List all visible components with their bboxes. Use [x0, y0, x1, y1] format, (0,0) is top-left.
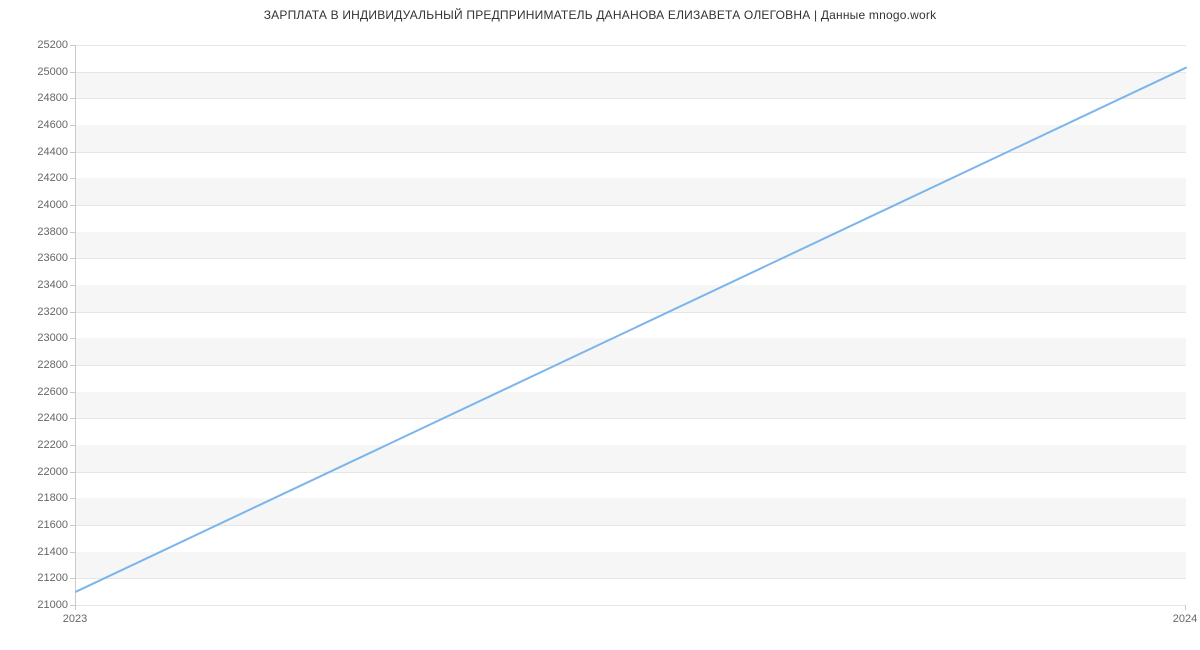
- y-tick-label: 23600: [37, 252, 68, 264]
- y-tick-label: 24000: [37, 199, 68, 211]
- y-tick: [70, 418, 75, 419]
- y-tick-label: 21200: [37, 572, 68, 584]
- y-tick-label: 22600: [37, 386, 68, 398]
- y-tick-label: 24600: [37, 119, 68, 131]
- y-tick: [70, 98, 75, 99]
- x-tick-label: 2024: [1173, 613, 1197, 625]
- y-tick-label: 23400: [37, 279, 68, 291]
- y-tick-label: 23800: [37, 226, 68, 238]
- y-tick: [70, 258, 75, 259]
- y-tick: [70, 205, 75, 206]
- y-tick-label: 23200: [37, 306, 68, 318]
- y-tick: [70, 312, 75, 313]
- y-tick: [70, 498, 75, 499]
- y-tick-label: 22400: [37, 412, 68, 424]
- chart-title: ЗАРПЛАТА В ИНДИВИДУАЛЬНЫЙ ПРЕДПРИНИМАТЕЛ…: [0, 8, 1200, 22]
- y-tick: [70, 125, 75, 126]
- chart-container: ЗАРПЛАТА В ИНДИВИДУАЛЬНЫЙ ПРЕДПРИНИМАТЕЛ…: [0, 0, 1200, 650]
- y-tick: [70, 338, 75, 339]
- y-tick: [70, 365, 75, 366]
- y-tick-label: 25000: [37, 66, 68, 78]
- y-tick: [70, 152, 75, 153]
- y-tick-label: 24800: [37, 92, 68, 104]
- x-tick: [1185, 605, 1186, 610]
- y-tick: [70, 285, 75, 286]
- y-tick: [70, 45, 75, 46]
- y-tick: [70, 72, 75, 73]
- y-tick-label: 22000: [37, 466, 68, 478]
- y-tick-label: 21400: [37, 546, 68, 558]
- x-tick: [75, 605, 76, 610]
- y-tick-label: 21800: [37, 492, 68, 504]
- y-tick-label: 24400: [37, 146, 68, 158]
- y-gridline: [76, 605, 1186, 606]
- y-tick: [70, 525, 75, 526]
- y-tick-label: 25200: [37, 39, 68, 51]
- y-tick: [70, 445, 75, 446]
- y-tick-label: 21600: [37, 519, 68, 531]
- x-tick-label: 2023: [63, 613, 87, 625]
- line-series: [76, 45, 1186, 605]
- y-tick: [70, 578, 75, 579]
- y-tick-label: 23000: [37, 332, 68, 344]
- plot-area: [75, 45, 1186, 606]
- y-tick: [70, 472, 75, 473]
- y-tick: [70, 552, 75, 553]
- y-tick: [70, 232, 75, 233]
- y-tick-label: 22200: [37, 439, 68, 451]
- y-tick-label: 22800: [37, 359, 68, 371]
- y-tick-label: 24200: [37, 172, 68, 184]
- y-tick: [70, 392, 75, 393]
- y-tick-label: 21000: [37, 599, 68, 611]
- y-tick: [70, 178, 75, 179]
